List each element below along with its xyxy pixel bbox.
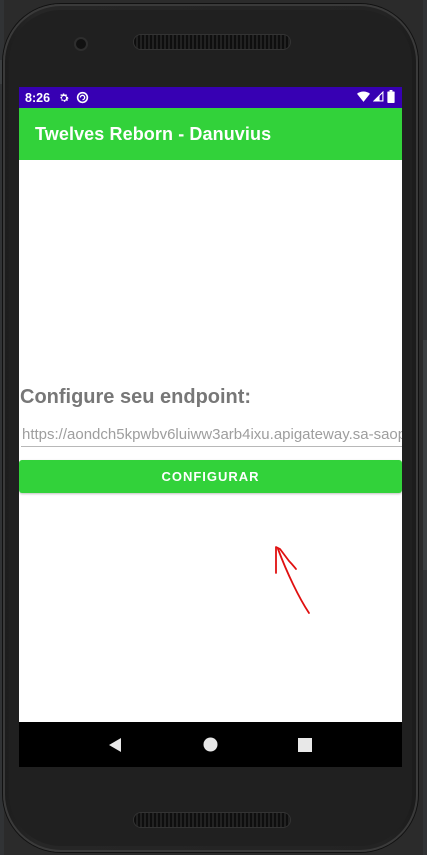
ide-scrollbar[interactable] [423,340,427,570]
home-icon[interactable] [195,730,225,760]
navigation-bar [19,722,402,767]
status-bar: 8:26 [19,87,402,108]
app-title: Twelves Reborn - Danuvius [35,123,272,144]
top-speaker [134,35,290,49]
page-heading: Configure seu endpoint: [20,386,252,408]
main-content: Configure seu endpoint: CONFIGURAR [19,160,402,722]
sync-icon [76,91,89,104]
front-camera [76,39,86,49]
signal-icon [372,90,384,105]
status-icons [357,89,395,106]
gear-icon [58,92,70,104]
red-arrow-icon [275,546,310,614]
battery-icon [387,89,395,106]
bottom-speaker [134,813,290,827]
status-time: 8:26 [25,90,51,105]
back-icon[interactable] [101,730,131,760]
recents-icon[interactable] [290,730,320,760]
configure-button[interactable]: CONFIGURAR [19,460,402,493]
wifi-icon [357,90,370,105]
endpoint-input[interactable] [21,423,402,447]
device-screen: 8:26 Twelves Reborn - Danuvius Configure… [19,87,402,767]
app-bar: Twelves Reborn - Danuvius [19,108,402,160]
